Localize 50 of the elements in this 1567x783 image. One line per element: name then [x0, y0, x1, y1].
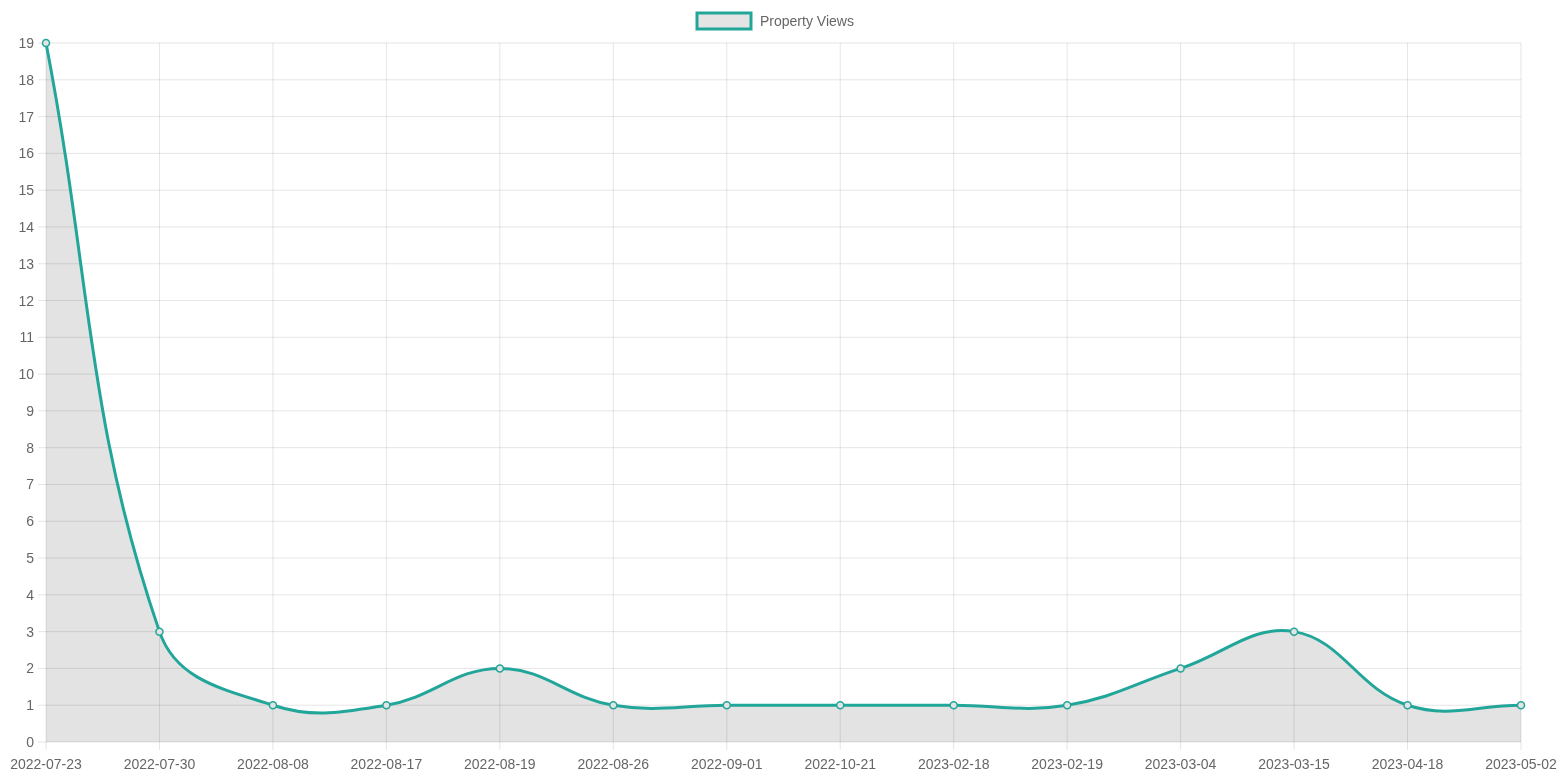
data-point[interactable]	[1062, 700, 1072, 710]
axis-tick-label: 2022-08-17	[350, 756, 423, 772]
legend-label[interactable]: Property Views	[760, 13, 854, 29]
axis-tick-label: 7	[26, 476, 34, 493]
axis-tick-label: 10	[18, 366, 34, 383]
axis-tick-label: 2022-08-26	[577, 756, 650, 772]
data-point[interactable]	[382, 700, 391, 710]
axis-tick-label: 6	[26, 513, 34, 530]
axis-tick-label: 1	[26, 697, 34, 714]
axis-tick-label: 2023-02-19	[1031, 756, 1103, 772]
axis-tick-label: 8	[26, 439, 34, 456]
data-point[interactable]	[1289, 627, 1299, 636]
data-point[interactable]	[41, 38, 51, 48]
axis-tick-label: 0	[26, 734, 34, 750]
axis-tick-label: 16	[18, 145, 34, 162]
data-point[interactable]	[836, 700, 845, 710]
axis-tick-label: 15	[18, 182, 34, 199]
data-point[interactable]	[1176, 664, 1185, 673]
data-point[interactable]	[609, 700, 618, 710]
axis-tick-label: 5	[26, 550, 34, 567]
axis-tick-label: 3	[26, 623, 34, 640]
axis-tick-label: 2023-05-02	[1485, 756, 1557, 772]
data-point[interactable]	[722, 700, 731, 710]
data-point[interactable]	[1403, 700, 1412, 710]
axis-tick-label: 9	[26, 402, 34, 419]
axis-tick-label: 14	[18, 218, 34, 235]
legend-swatch[interactable]	[695, 11, 753, 31]
data-point[interactable]	[268, 700, 278, 710]
axis-tick-label: 2	[26, 660, 34, 677]
axis-tick-label: 2022-08-08	[237, 756, 309, 772]
axis-tick-label: 2022-10-21	[804, 756, 877, 772]
axis-tick-label: 12	[18, 292, 34, 309]
axis-tick-label: 2023-03-15	[1258, 756, 1330, 772]
axis-tick-label: 11	[19, 329, 34, 346]
axis-tick-label: 17	[18, 108, 34, 125]
data-point[interactable]	[1516, 700, 1526, 710]
data-point[interactable]	[949, 700, 958, 710]
axis-tick-label: 18	[18, 71, 34, 88]
axis-tick-label: 2022-09-01	[690, 756, 763, 772]
axis-tick-label: 2023-04-18	[1371, 756, 1444, 772]
axis-tick-label: 2022-07-23	[10, 756, 82, 772]
axis-tick-label: 2022-07-30	[123, 756, 196, 772]
axis-tick-label: 19	[18, 35, 34, 51]
axis-tick-label: 2023-03-04	[1144, 756, 1217, 772]
axis-tick-label: 13	[18, 255, 34, 272]
axis-tick-label: 2022-08-19	[464, 756, 536, 772]
data-point[interactable]	[155, 627, 164, 636]
axis-tick-label: 4	[26, 586, 34, 603]
data-point[interactable]	[495, 664, 505, 673]
axis-tick-label: 2023-02-18	[917, 756, 990, 772]
